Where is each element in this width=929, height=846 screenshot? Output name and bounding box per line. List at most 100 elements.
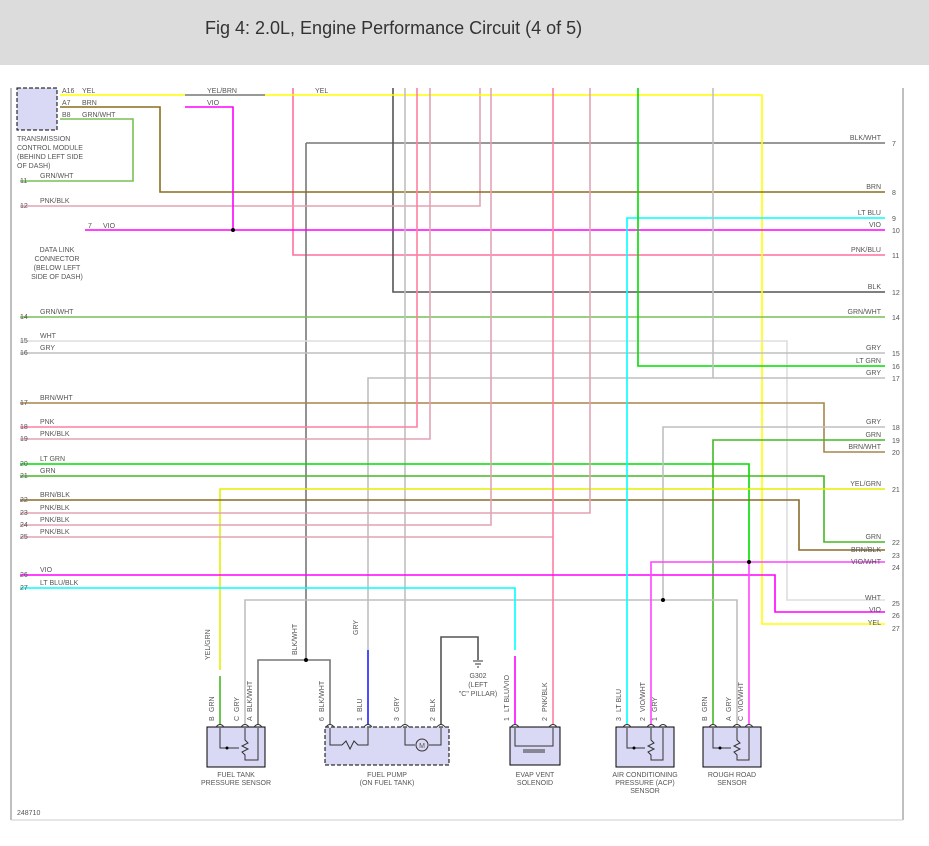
dlc-label: DATA LINK [40,247,75,254]
right-row-number: 9 [892,216,896,223]
pin-number: 6 [319,717,326,721]
right-wire-label: GRY [866,419,881,426]
left-row-number: 25 [20,534,28,541]
left-wire-label: LT GRN [40,456,65,463]
pin-number: 2 [430,717,437,721]
right-wire-label: VIO [869,607,882,614]
left-row-number: 15 [20,338,28,345]
left-row-number: 19 [20,436,28,443]
right-wire-label: GRN/WHT [848,309,882,316]
pin-number: C [234,716,241,721]
wire-label: YEL/BRN [207,88,237,95]
right-wire-label: LT GRN [856,358,881,365]
tcm-label: CONTROL MODULE [17,145,83,152]
component-label: PRESSURE (ACP) [615,780,675,787]
right-wire-label: VIO [869,222,882,229]
sensor-node [225,746,229,750]
right-wire-label: PNK/BLU [851,247,881,254]
left-wire-label: GRN [40,468,56,475]
left-wire-label: PNK/BLK [40,431,70,438]
left-wire-label: PNK/BLK [40,529,70,536]
right-wire-label: GRN [865,534,881,541]
wire-gry [662,426,885,600]
right-wire-label: YEL [868,620,881,627]
wire-pnk [20,88,418,428]
wiring-diagram: G302(LEFT"C" PILLAR)A16 YELA7 BRNB8 GRN/WHT… [10,87,904,821]
component-label: SENSOR [717,780,747,787]
tcm-wire-label: BRN [82,100,97,107]
right-wire-label: BLK [868,284,882,291]
component-label: SENSOR [630,788,660,795]
wire-blk [440,636,479,725]
right-row-number: 7 [892,141,896,148]
wire-vio-wht [650,561,885,725]
wire-grn [20,475,885,543]
left-row-number: 22 [20,497,28,504]
right-row-number: 20 [892,450,900,457]
left-wire-label: GRN/WHT [40,173,74,180]
left-row-number: 24 [20,522,28,529]
left-wire-label: PNK [40,419,55,426]
wire-pnk-blk [20,88,591,514]
left-wire-label: PNK/BLK [40,517,70,524]
component-label: AIR CONDITIONING [612,772,677,779]
right-row-number: 23 [892,553,900,560]
wire-vio [20,574,885,613]
ground-label: "C" PILLAR) [459,691,497,698]
left-row-number: 11 [20,178,27,185]
right-row-number: 8 [892,190,896,197]
component-label: ROUGH ROAD [708,772,756,779]
left-wire-label: VIO [40,567,53,574]
wire-label: VIO [207,100,220,107]
right-row-number: 14 [892,315,900,322]
right-wire-label: VIO/WHT [851,559,882,566]
tcm-pin: B8 [62,112,71,119]
left-row-number: 17 [20,400,28,407]
pin-wire-label: GRY [394,697,401,712]
component-label: SOLENOID [517,780,553,787]
left-row-number: 18 [20,424,28,431]
figure-number: 248710 [17,810,40,817]
left-row-number: 12 [20,203,28,210]
left-wire-label: GRN/WHT [40,309,74,316]
sensor-node [632,746,636,750]
pin-number: A [247,716,254,721]
pin-wire-label: VIO/WHT [640,681,647,712]
right-wire-label: YEL/GRN [850,481,881,488]
splice-dot [661,598,665,602]
left-wire-label: GRY [40,345,55,352]
component-label: (ON FUEL TANK) [360,780,415,787]
wire-label: YEL/GRN [205,629,212,660]
pin-wire-label: GRY [652,697,659,712]
right-row-number: 24 [892,565,900,572]
left-wire-label: BRN/BLK [40,492,70,499]
component-label: FUEL TANK [217,772,255,779]
tcm-pin: A16 [62,88,75,95]
right-row-number: 12 [892,290,900,297]
pin-wire-label: GRY [726,697,733,712]
wire-lt-blu [626,217,885,725]
pin-wire-label: BLK/WHT [319,680,326,712]
pin-wire-label: GRY [234,697,241,712]
left-row-number: 14 [20,314,28,321]
pin-wire-label: GRN [702,696,709,712]
pin-number: 2 [542,717,549,721]
wire-wht [20,340,885,601]
dlc-wire-label: VIO [103,223,116,230]
left-wire-label: PNK/BLK [40,198,70,205]
left-row-number: 20 [20,461,28,468]
left-wire-label: PNK/BLK [40,505,70,512]
tcm-label: OF DASH) [17,163,50,170]
fuel-pump [324,726,450,766]
right-row-number: 10 [892,228,900,235]
right-row-number: 15 [892,351,900,358]
pin-wire-label: LT BLU [616,689,623,712]
pin-number: 3 [616,717,623,721]
pin-number: 3 [394,717,401,721]
tcm-wire-label: GRN/WHT [82,112,116,119]
pin-number: 1 [504,717,511,721]
pin-number: A [726,716,733,721]
motor-label: M [419,743,425,750]
pin-number: 1 [357,717,364,721]
wire-vio [185,106,234,230]
